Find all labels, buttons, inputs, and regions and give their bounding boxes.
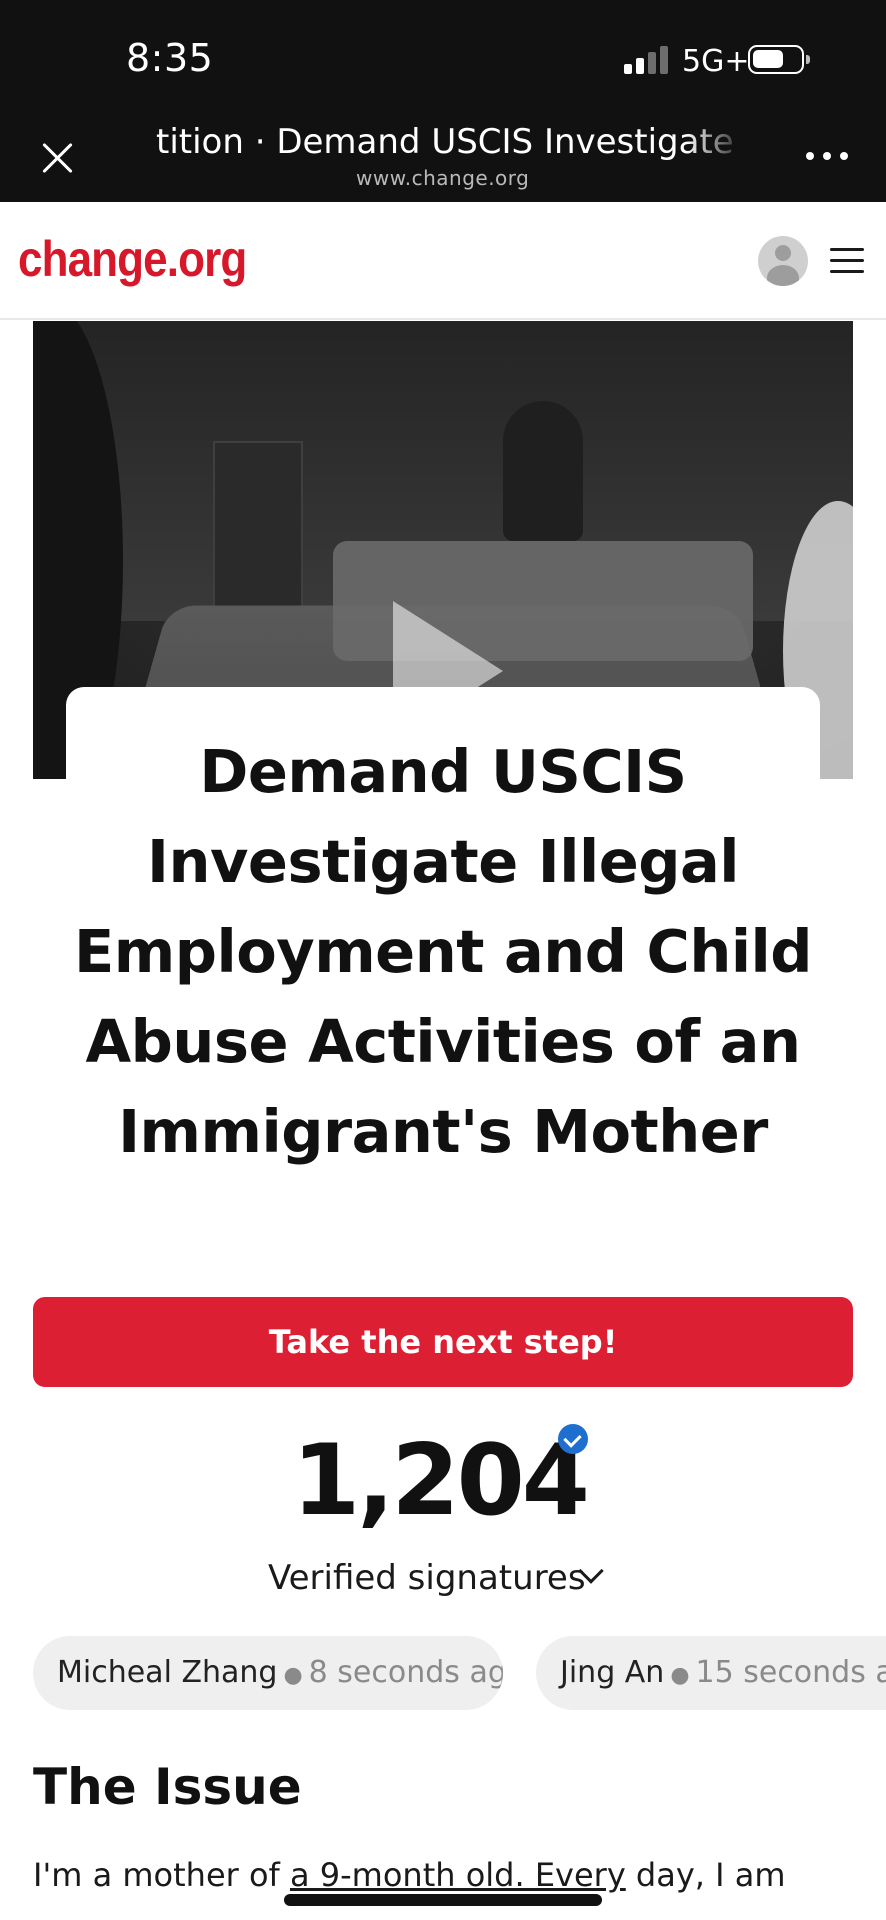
signer-time: 8 seconds ago [308, 1655, 503, 1690]
issue-text-end: day, I am [625, 1856, 786, 1894]
hamburger-menu-icon[interactable] [830, 248, 864, 274]
battery-icon [748, 45, 810, 74]
status-time: 8:35 [126, 36, 214, 80]
verified-check-icon [558, 1424, 588, 1454]
signer-name: Micheal Zhang [57, 1655, 278, 1690]
verified-signatures-toggle[interactable]: Verified signatures [268, 1558, 586, 1598]
recent-signer-chip: Micheal Zhang●8 seconds ago [33, 1636, 503, 1710]
change-org-logo[interactable]: change.org [18, 230, 247, 288]
status-bar: 8:35 5G+ [0, 0, 886, 118]
more-options-icon[interactable] [806, 140, 852, 170]
issue-heading: The Issue [33, 1758, 302, 1816]
signature-count: 1,204 [292, 1424, 590, 1538]
home-indicator[interactable] [284, 1894, 602, 1906]
close-icon[interactable] [36, 136, 80, 180]
network-type: 5G+ [682, 44, 750, 79]
browser-page-title[interactable]: tition · Demand USCIS Investigate Ille [156, 122, 746, 166]
signer-name: Jing An [560, 1655, 665, 1690]
recent-signer-chip: Jing An●15 seconds ago [536, 1636, 886, 1710]
issue-text: I'm a mother of a 9-month old. Every day… [33, 1856, 863, 1894]
issue-text-underlined: a 9-month old. Every [289, 1856, 626, 1894]
issue-text-start: I'm a mother of [33, 1856, 290, 1894]
signal-strength-icon [624, 44, 668, 74]
take-next-step-button[interactable]: Take the next step! [33, 1297, 853, 1387]
site-header: change.org [0, 202, 886, 320]
browser-page-title-text: tition · Demand USCIS Investigate Ille [156, 122, 746, 162]
petition-title-card: Demand USCIS Investigate Illegal Employm… [66, 687, 820, 1277]
browser-url: www.change.org [356, 166, 530, 190]
signer-time: 15 seconds ago [695, 1655, 886, 1690]
browser-bar: tition · Demand USCIS Investigate Ille w… [0, 118, 886, 202]
petition-title: Demand USCIS Investigate Illegal Employm… [73, 737, 813, 1166]
user-avatar-icon[interactable] [758, 236, 808, 286]
